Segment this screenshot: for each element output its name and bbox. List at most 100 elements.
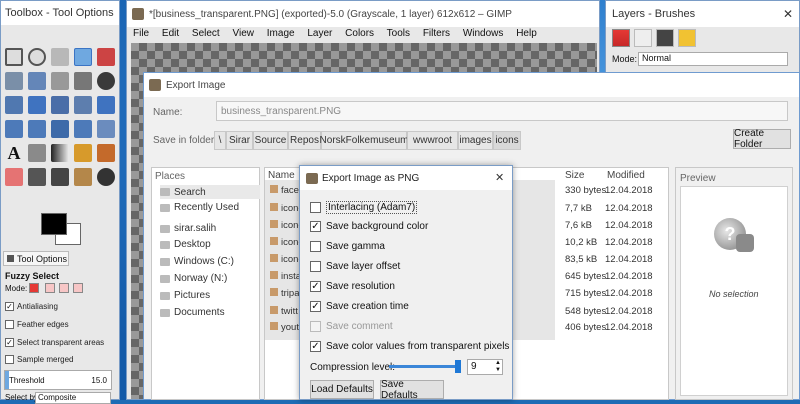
save-creation-time-checkbox[interactable]: ✓ [310, 301, 321, 312]
file-row[interactable]: icon- [270, 220, 302, 231]
smudge-icon[interactable] [97, 168, 115, 186]
free-select-icon[interactable] [51, 48, 69, 66]
cage-transform-icon[interactable] [97, 120, 115, 138]
file-row[interactable]: insta [270, 271, 301, 282]
file-row[interactable]: icon- [270, 237, 302, 248]
path-images[interactable]: images [458, 131, 493, 150]
interlacing-checkbox[interactable] [310, 202, 321, 213]
size-column-header[interactable]: Size [565, 170, 584, 181]
save-transparent-values-checkbox[interactable]: ✓ [310, 341, 321, 352]
places-search-row[interactable]: Search [160, 185, 260, 199]
pencil-icon[interactable] [74, 144, 92, 162]
create-folder-button[interactable]: Create Folder [733, 128, 791, 150]
feather-edges-checkbox[interactable] [5, 320, 14, 329]
save-resolution-option[interactable]: ✓ Save resolution [310, 281, 395, 292]
sample-merged-checkbox[interactable] [5, 355, 14, 364]
shear-icon[interactable] [28, 120, 46, 138]
foreground-select-icon[interactable] [28, 72, 46, 90]
rotate-icon[interactable] [97, 96, 115, 114]
file-row[interactable]: icon- [270, 203, 302, 214]
menu-filters[interactable]: Filters [423, 28, 450, 39]
color-select-icon[interactable] [97, 48, 115, 66]
compression-slider-handle[interactable] [455, 360, 461, 373]
places-home-row[interactable]: sirar.salih [160, 223, 216, 234]
select-by-dropdown[interactable]: Composite [35, 392, 111, 404]
menu-windows[interactable]: Windows [463, 28, 504, 39]
select-transparent-checkbox[interactable]: ✓ [5, 338, 14, 347]
places-pictures-row[interactable]: Pictures [160, 290, 210, 301]
save-layer-offset-option[interactable]: Save layer offset [310, 261, 400, 272]
file-row[interactable]: twitt [270, 306, 298, 317]
bucket-fill-icon[interactable] [28, 144, 46, 162]
load-defaults-button[interactable]: Load Defaults [310, 380, 374, 399]
save-bg-color-checkbox[interactable]: ✓ [310, 221, 321, 232]
save-bg-color-option[interactable]: ✓ Save background color [310, 221, 428, 232]
file-row[interactable]: tripa [270, 288, 299, 299]
scissors-icon[interactable] [5, 72, 23, 90]
menu-layer[interactable]: Layer [307, 28, 332, 39]
airbrush-icon[interactable] [28, 168, 46, 186]
path-wwwroot[interactable]: wwwroot [407, 131, 458, 150]
mode-add-button[interactable] [45, 283, 55, 293]
patterns-tab-icon[interactable] [656, 29, 674, 47]
fuzzy-select-icon[interactable] [74, 48, 92, 66]
name-field[interactable]: business_transparent.PNG [216, 101, 788, 121]
menu-colors[interactable]: Colors [345, 28, 374, 39]
layers-tab-icon[interactable] [612, 29, 630, 47]
spin-up-icon[interactable]: ▲ [495, 360, 501, 366]
color-picker-icon[interactable] [74, 72, 92, 90]
rect-select-icon[interactable] [5, 48, 23, 66]
file-row[interactable]: yout [270, 322, 299, 333]
layers-mode-dropdown[interactable]: Normal [638, 52, 788, 66]
save-defaults-button[interactable]: Save Defaults [380, 379, 444, 401]
eraser-icon[interactable] [5, 168, 23, 186]
tool-options-tab[interactable]: Tool Options [3, 251, 69, 266]
crop-icon[interactable] [74, 96, 92, 114]
ellipse-select-icon[interactable] [28, 48, 46, 66]
places-documents-row[interactable]: Documents [160, 307, 225, 318]
save-transparent-values-option[interactable]: ✓ Save color values from transparent pixe… [310, 341, 509, 352]
path-source[interactable]: Source [253, 131, 288, 150]
mode-replace-button[interactable] [29, 283, 39, 293]
menu-file[interactable]: File [133, 28, 149, 39]
path-sirar[interactable]: Sirar [226, 131, 253, 150]
layers-close-icon[interactable]: ✕ [783, 7, 793, 21]
places-c-row[interactable]: Windows (C:) [160, 256, 234, 267]
save-resolution-checkbox[interactable]: ✓ [310, 281, 321, 292]
name-column-header[interactable]: Name [268, 170, 295, 181]
places-n-row[interactable]: Norway (N:) [160, 273, 227, 284]
zoom-icon[interactable] [97, 72, 115, 90]
measure-icon[interactable] [5, 96, 23, 114]
path-repos[interactable]: Repos [288, 131, 321, 150]
mode-subtract-button[interactable] [59, 283, 69, 293]
path-icons[interactable]: icons [493, 131, 521, 150]
text-icon[interactable]: A [5, 144, 23, 162]
path-root[interactable]: \ [214, 131, 226, 150]
mode-intersect-button[interactable] [73, 283, 83, 293]
menu-view[interactable]: View [233, 28, 255, 39]
compression-spinbox[interactable]: 9 ▲ ▼ [467, 359, 503, 375]
antialiasing-checkbox[interactable]: ✓ [5, 302, 14, 311]
gradient-icon[interactable] [51, 144, 69, 162]
modified-column-header[interactable]: Modified [607, 170, 645, 181]
scale-icon[interactable] [5, 120, 23, 138]
menu-tools[interactable]: Tools [387, 28, 410, 39]
png-close-icon[interactable]: ✕ [495, 171, 504, 184]
path-norskfolkemuseum[interactable]: NorskFolkemuseum [320, 131, 408, 150]
undo-tab-icon[interactable] [678, 29, 696, 47]
file-row[interactable]: icon- [270, 254, 302, 265]
places-recent-row[interactable]: Recently Used [160, 202, 239, 213]
spin-down-icon[interactable]: ▼ [495, 367, 501, 373]
foreground-color-swatch[interactable] [41, 213, 67, 235]
paintbrush-icon[interactable] [97, 144, 115, 162]
menu-edit[interactable]: Edit [162, 28, 179, 39]
clone-icon[interactable] [74, 168, 92, 186]
save-creation-time-option[interactable]: ✓ Save creation time [310, 301, 409, 312]
paths-icon[interactable] [51, 72, 69, 90]
align-icon[interactable] [51, 96, 69, 114]
ink-icon[interactable] [51, 168, 69, 186]
brushes-tab-icon[interactable] [634, 29, 652, 47]
interlacing-option[interactable]: Interlacing (Adam7) [310, 201, 418, 214]
move-icon[interactable] [28, 96, 46, 114]
perspective-icon[interactable] [51, 120, 69, 138]
